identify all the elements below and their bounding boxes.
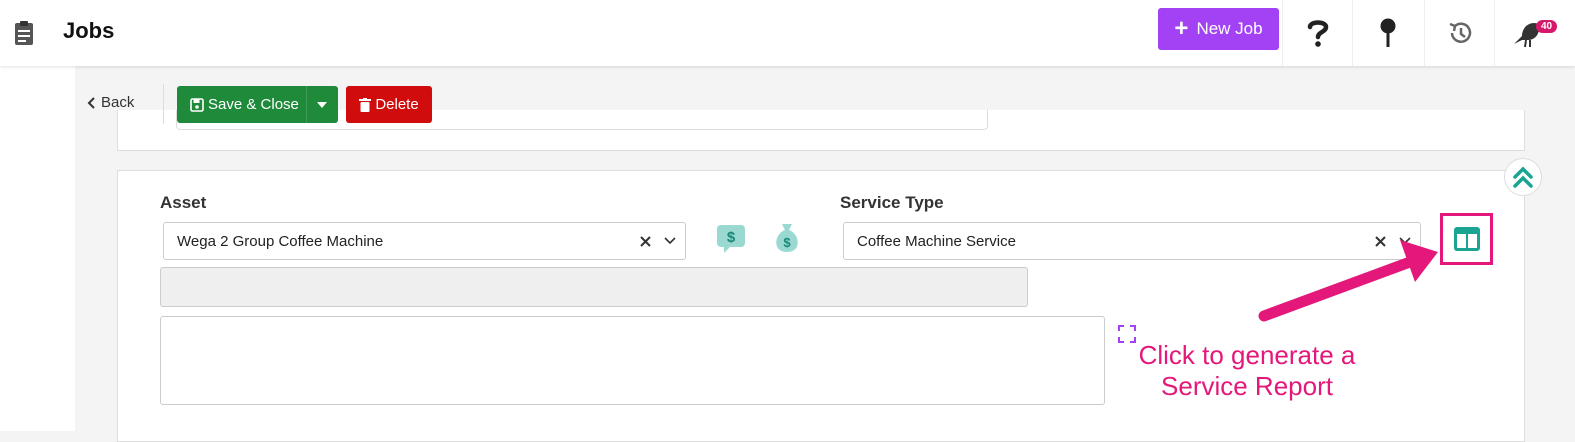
back-link[interactable]: Back [87, 94, 134, 111]
asset-select[interactable]: Wega 2 Group Coffee Machine [163, 222, 686, 260]
service-report-icon[interactable] [1453, 226, 1481, 252]
save-close-button[interactable]: Save & Close [177, 86, 306, 123]
history-button[interactable] [1424, 0, 1495, 66]
collapse-button[interactable] [1504, 158, 1542, 196]
money-bag-icon[interactable]: $ [772, 222, 802, 254]
service-type-label: Service Type [840, 193, 944, 212]
delete-label: Delete [375, 96, 419, 113]
save-close-split-button: Save & Close [177, 86, 338, 123]
notifications-button[interactable] [1494, 0, 1575, 66]
svg-text:$: $ [783, 235, 791, 250]
back-label: Back [101, 94, 135, 111]
chevron-left-icon [87, 96, 95, 109]
asset-label: Asset [160, 193, 207, 212]
floppy-disk-icon [190, 97, 204, 112]
annotation-line-1: Click to generate a [1138, 340, 1356, 370]
clipboard-icon [15, 21, 33, 45]
description-textarea[interactable] [160, 316, 1105, 405]
chevron-down-icon[interactable] [655, 237, 685, 245]
history-icon [1449, 22, 1472, 43]
asset-value: Wega 2 Group Coffee Machine [177, 232, 384, 250]
save-close-label: Save & Close [208, 96, 299, 113]
annotation-line-2: Service Report [1161, 371, 1333, 401]
svg-text:$: $ [727, 229, 736, 246]
clear-asset-icon[interactable] [635, 235, 655, 247]
asset-details-field [160, 267, 1028, 307]
plus-icon: + [1174, 15, 1189, 42]
new-job-label: New Job [1196, 19, 1263, 38]
annotation-text: Click to generate a Service Report [1122, 340, 1372, 402]
annotation-arrow [1258, 240, 1438, 322]
caret-down-icon [317, 101, 328, 108]
map-pin-icon [1380, 18, 1396, 47]
delete-button[interactable]: Delete [346, 86, 432, 123]
pin-button[interactable] [1352, 0, 1423, 66]
question-icon [1307, 20, 1329, 47]
trash-icon [359, 97, 372, 112]
dollar-chat-icon[interactable]: $ [716, 224, 746, 254]
left-gutter [0, 66, 75, 431]
help-button[interactable] [1282, 0, 1353, 66]
page-title: Jobs [63, 18, 115, 43]
service-report-highlight [1440, 213, 1493, 265]
toolbar-divider [163, 84, 164, 124]
top-bar: Jobs + New Job 40 [0, 0, 1575, 66]
save-options-dropdown[interactable] [305, 86, 338, 123]
double-chevron-up-icon [1513, 166, 1533, 188]
new-job-button[interactable]: + New Job [1158, 8, 1279, 50]
notification-badge: 40 [1536, 20, 1558, 33]
